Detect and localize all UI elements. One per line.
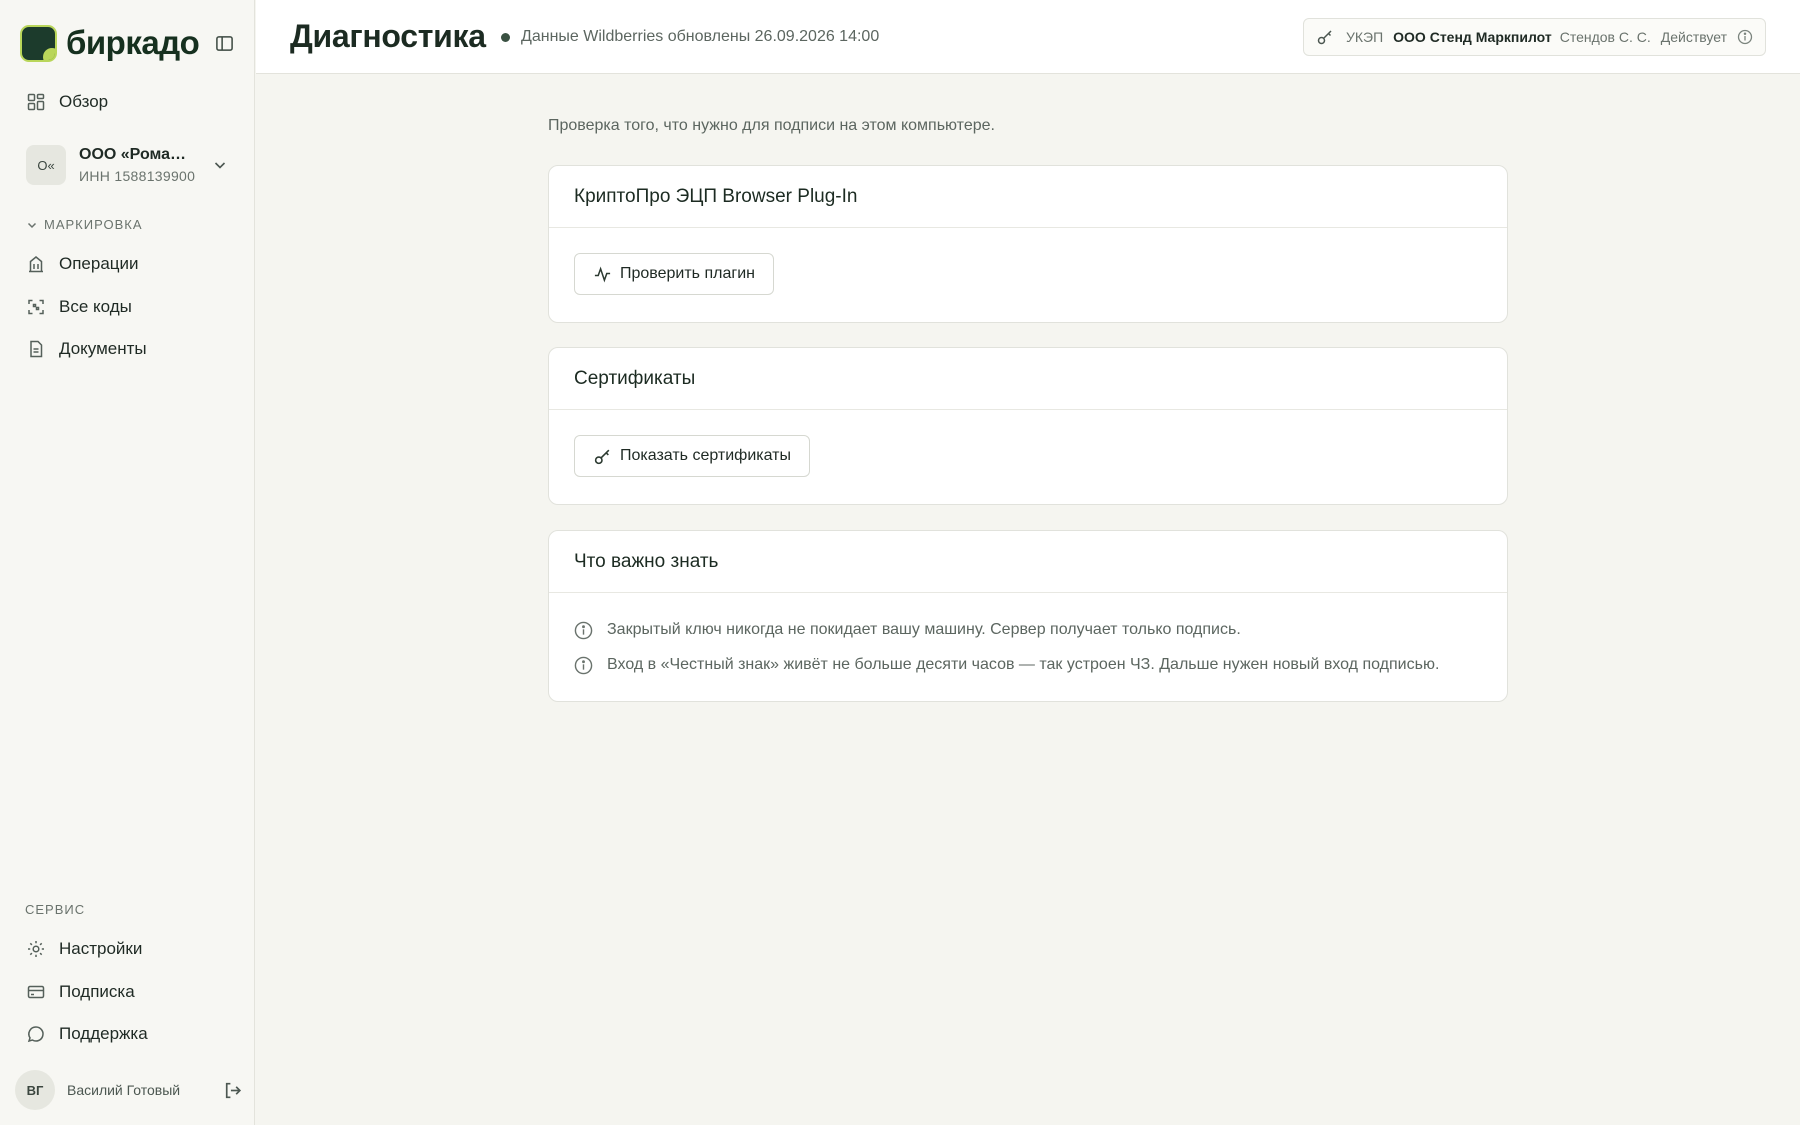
brand-logo <box>20 24 57 62</box>
cert-type: УКЭП <box>1345 29 1384 45</box>
avatar: ВГ <box>15 1070 55 1110</box>
info-tip-text: Закрытый ключ никогда не покидает вашу м… <box>607 621 1241 638</box>
top-header: Диагностика Данные Wildberries обновлены… <box>256 0 1800 74</box>
check-plugin-label: Проверить плагин <box>620 265 755 282</box>
important-info-title: Что важно знать <box>549 531 1507 593</box>
sidebar-item-label: Обзор <box>59 92 109 111</box>
document-icon <box>26 339 46 359</box>
scan-code-icon <box>26 297 46 317</box>
grid-icon <box>26 92 46 112</box>
section-service-label: СЕРВИС <box>25 902 86 917</box>
activity-icon <box>593 265 612 284</box>
sidebar-item-label: Подписка <box>59 982 135 1001</box>
info-icon <box>574 621 593 640</box>
info-tip: Закрытый ключ никогда не покидает вашу м… <box>574 619 1482 641</box>
sidebar-item-support[interactable]: Поддержка <box>26 1021 148 1047</box>
important-info-card: Что важно знать Закрытый ключ никогда не… <box>548 530 1508 702</box>
sidebar-toggle-icon[interactable] <box>215 34 234 53</box>
section-marking-label: МАРКИРОВКА <box>44 217 143 232</box>
org-inn: ИНН 1588139900 <box>79 168 196 184</box>
info-icon[interactable] <box>1737 29 1753 45</box>
user-name: Василий Готовый <box>67 1082 181 1098</box>
sidebar: биркадо Обзор О« ООО «Ромашка» ИНН 15881… <box>0 0 255 1125</box>
key-icon <box>593 447 612 466</box>
info-tip: Вход в «Честный знак» живёт не больше де… <box>574 654 1482 676</box>
sidebar-item-label: Все коды <box>59 297 132 316</box>
brand[interactable]: биркадо <box>20 24 200 62</box>
chevron-down-icon <box>26 219 38 231</box>
building-icon <box>26 254 46 274</box>
sync-status-text: Данные Wildberries обновлены 26.09.2026 … <box>521 28 880 45</box>
credit-card-icon <box>26 982 46 1002</box>
chat-bubble-icon <box>26 1024 46 1044</box>
section-service: СЕРВИС <box>25 902 85 917</box>
brand-name: биркадо <box>66 24 200 61</box>
sidebar-item-subscription[interactable]: Подписка <box>26 979 135 1005</box>
org-name: ООО «Ромашка» <box>79 146 199 163</box>
org-switcher[interactable]: О« ООО «Ромашка» ИНН 1588139900 <box>26 142 232 188</box>
certificates-card-title: Сертификаты <box>549 348 1507 410</box>
logout-icon[interactable] <box>222 1080 243 1101</box>
status-dot <box>501 32 510 42</box>
certificates-card: Сертификаты Показать сертификаты <box>548 347 1508 505</box>
cert-owner: Стендов С. С. <box>1559 29 1651 45</box>
gear-icon <box>26 939 46 959</box>
info-icon <box>574 656 593 675</box>
section-marking[interactable]: МАРКИРОВКА <box>26 217 143 232</box>
page-intro: Проверка того, что нужно для подписи на … <box>548 117 995 134</box>
sync-status: Данные Wildberries обновлены 26.09.2026 … <box>501 28 879 46</box>
plugin-card: КриптоПро ЭЦП Browser Plug-In Проверить … <box>548 165 1508 323</box>
sidebar-item-operations[interactable]: Операции <box>26 251 139 277</box>
plugin-card-title: КриптоПро ЭЦП Browser Plug-In <box>549 166 1507 228</box>
sidebar-item-label: Операции <box>59 254 139 273</box>
sidebar-item-label: Поддержка <box>59 1024 148 1043</box>
cert-state: Действует <box>1660 29 1727 45</box>
certificate-badge[interactable]: УКЭП ООО Стенд Маркпилот Стендов С. С. Д… <box>1302 18 1766 56</box>
sidebar-item-documents[interactable]: Документы <box>26 336 147 362</box>
show-certificates-button[interactable]: Показать сертификаты <box>574 435 810 477</box>
cert-org: ООО Стенд Маркпилот <box>1393 29 1552 45</box>
org-avatar: О« <box>26 145 66 185</box>
sidebar-item-label: Документы <box>59 339 147 358</box>
check-plugin-button[interactable]: Проверить плагин <box>574 253 774 295</box>
key-icon <box>1316 28 1334 46</box>
show-certificates-label: Показать сертификаты <box>620 447 791 464</box>
sidebar-item-overview[interactable]: Обзор <box>26 89 108 115</box>
page-title: Диагностика <box>290 18 486 54</box>
sidebar-item-settings[interactable]: Настройки <box>26 936 142 962</box>
sidebar-item-label: Настройки <box>59 939 143 958</box>
info-tip-text: Вход в «Честный знак» живёт не больше де… <box>607 656 1440 673</box>
chevron-down-icon <box>212 157 228 173</box>
sidebar-item-all-codes[interactable]: Все коды <box>26 294 132 320</box>
user-profile[interactable]: ВГ Василий Готовый <box>15 1070 243 1110</box>
